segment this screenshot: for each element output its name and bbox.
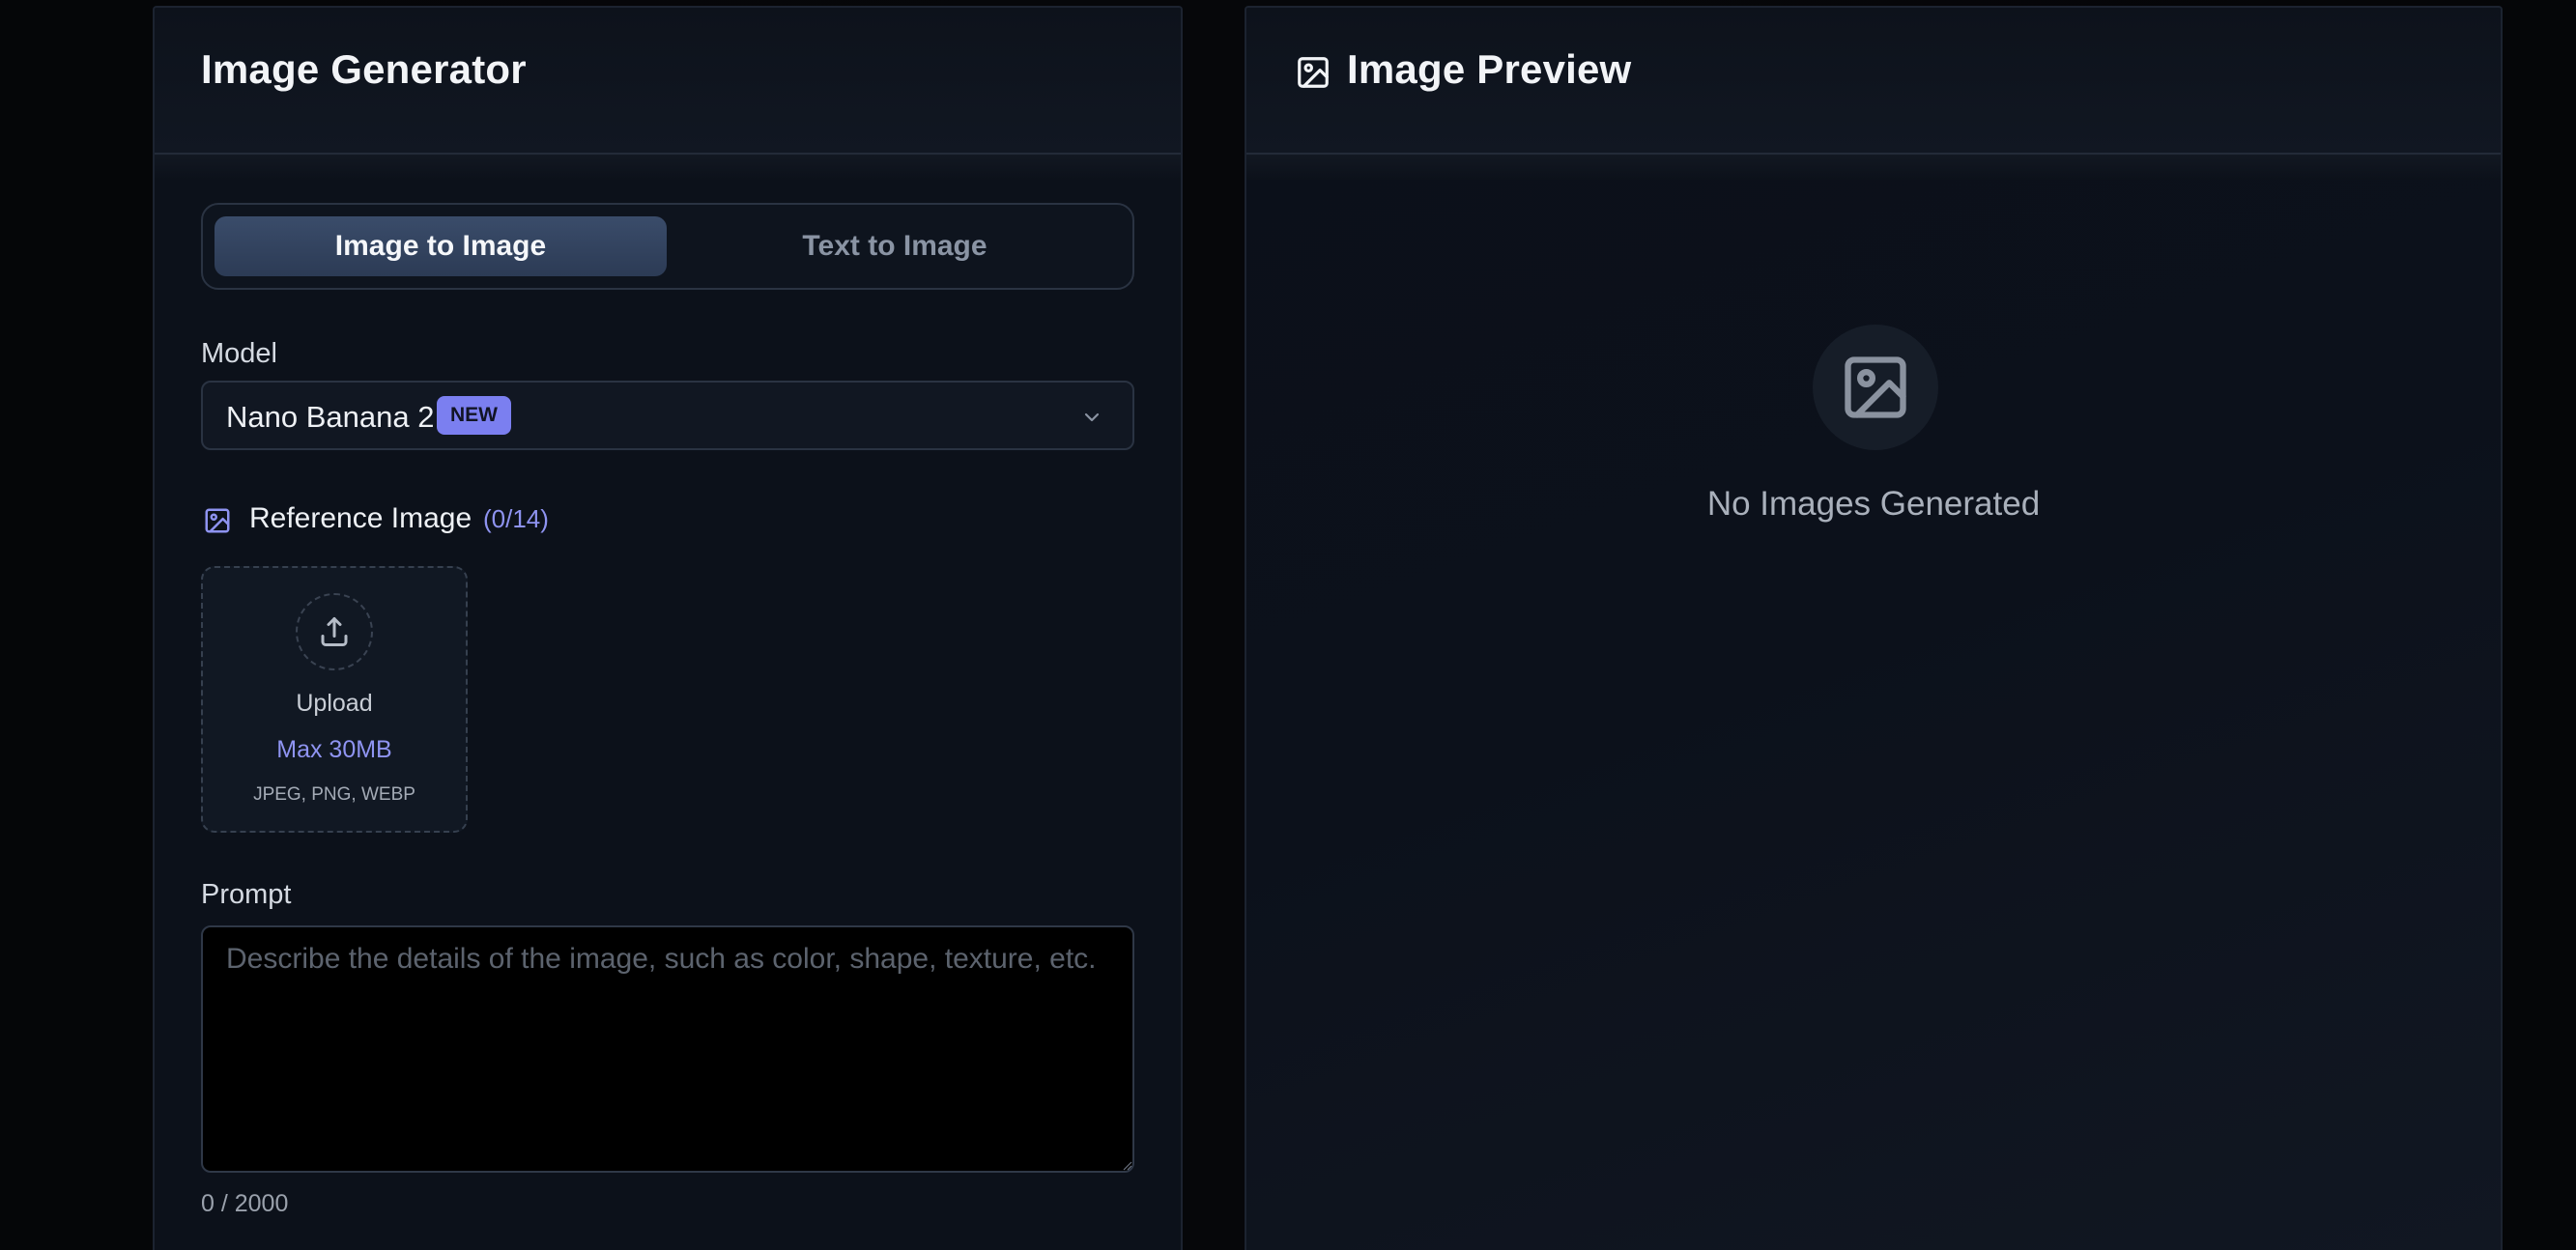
upload-icon (321, 617, 348, 646)
generator-header: Image Generator (155, 8, 1181, 155)
prompt-input[interactable] (201, 925, 1134, 1173)
header-divider-shadow (1246, 155, 2501, 180)
resize-handle-icon[interactable] (1121, 1159, 1132, 1171)
upload-dropzone[interactable]: Upload Max 30MB JPEG, PNG, WEBP (201, 566, 468, 833)
empty-state-message: No Images Generated (1706, 485, 2041, 523)
generator-title: Image Generator (201, 46, 527, 92)
chevron-down-icon (1084, 412, 1100, 422)
reference-image-count: (0/14) (483, 504, 549, 533)
model-label: Model (201, 338, 277, 369)
image-icon (205, 508, 230, 533)
image-preview-panel: Image Preview No Images Generated (1245, 6, 2503, 1250)
mode-toggle: Image to Image Text to Image (201, 203, 1134, 290)
prompt-label: Prompt (201, 879, 292, 910)
prompt-char-counter: 0 / 2000 (201, 1190, 289, 1217)
upload-icon-circle (296, 593, 373, 670)
tab-image-to-image[interactable]: Image to Image (215, 216, 667, 276)
app-stage: Image Generator Image to Image Text to I… (0, 0, 2576, 1250)
upload-max-size: Max 30MB (276, 736, 392, 763)
upload-formats: JPEG, PNG, WEBP (253, 784, 415, 805)
image-icon (1298, 57, 1329, 88)
new-badge: NEW (437, 396, 511, 435)
upload-label: Upload (296, 690, 373, 717)
tab-text-to-image[interactable]: Text to Image (669, 216, 1121, 276)
empty-state-icon-circle (1813, 325, 1938, 450)
model-selected-value: Nano Banana 2 (226, 400, 435, 434)
header-divider-shadow (155, 155, 1181, 180)
preview-header: Image Preview (1246, 8, 2501, 155)
model-select[interactable]: Nano Banana 2 NEW (201, 381, 1134, 450)
preview-title: Image Preview (1347, 46, 1632, 92)
image-generator-panel: Image Generator Image to Image Text to I… (153, 6, 1183, 1250)
image-icon (1845, 356, 1906, 418)
reference-image-label: Reference Image (249, 502, 472, 534)
